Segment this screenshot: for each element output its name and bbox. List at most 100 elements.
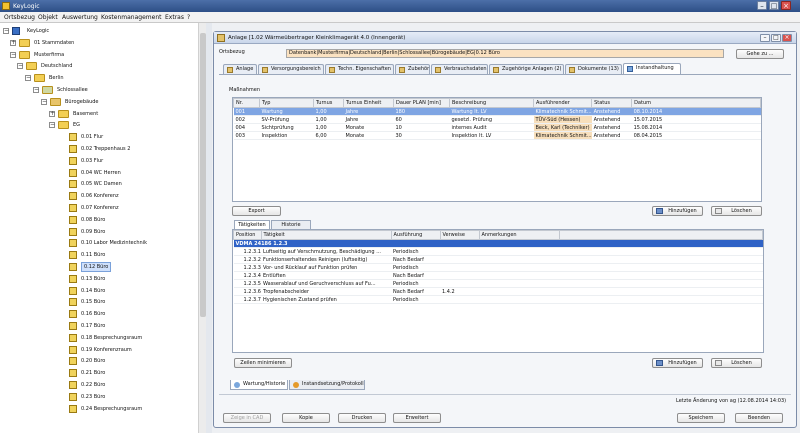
collapse-icon[interactable]: − <box>3 28 9 34</box>
taetigkeit-row[interactable]: 1.2.3.3 Vor- und Rücklauf auf Funktion pr… <box>233 263 763 272</box>
table-cell[interactable] <box>440 279 479 288</box>
table-cell[interactable]: Beck, Karl (Techniker) <box>533 123 592 132</box>
table-cell[interactable]: Tropfenabscheider <box>261 287 391 296</box>
table-cell[interactable]: Anstehend <box>591 123 632 132</box>
table-cell[interactable]: 1,00 <box>313 123 344 132</box>
menu-extras[interactable]: Extras <box>165 14 184 21</box>
massnahme-row[interactable]: 002 SV-Prüfung 1,00 Jahre 60 gesetzl. Prüfung… <box>233 115 761 124</box>
col-ausfuehrung[interactable]: Ausführung <box>390 230 441 240</box>
col-nr[interactable]: Nr. <box>233 98 260 108</box>
table-cell[interactable]: 1,00 <box>313 107 344 116</box>
table-cell[interactable] <box>440 263 479 272</box>
table-cell[interactable]: Luftseitig auf Verschmutzung, Beschädigu… <box>261 247 391 256</box>
table-cell[interactable] <box>479 263 559 272</box>
close-button[interactable]: Beenden <box>735 413 783 423</box>
table-cell[interactable] <box>440 271 479 280</box>
tab-versorgungsbereich[interactable]: Versorgungsbereich <box>258 64 324 74</box>
minimize-rows-button[interactable]: Zeilen minimieren <box>234 358 292 368</box>
table-cell[interactable]: 1.2.3.3 <box>233 263 261 272</box>
table-cell[interactable]: 08.04.2015 <box>631 131 761 140</box>
table-cell[interactable]: Hygienischen Zustand prüfen <box>261 295 391 304</box>
collapse-icon[interactable]: − <box>41 98 47 105</box>
massnahme-row[interactable]: 003 Inspektion 6,00 Monate 30 Inspektion lt. … <box>233 131 761 140</box>
col-beschreibung[interactable]: Beschreibung <box>449 98 534 108</box>
delete-massnahme-button[interactable]: Löschen <box>711 206 762 216</box>
menu-help[interactable]: ? <box>187 14 190 21</box>
table-cell[interactable] <box>479 247 559 256</box>
tab-historie[interactable]: Historie <box>271 220 311 229</box>
tab-verbrauchsdaten[interactable]: Verbrauchsdaten <box>431 64 488 74</box>
save-button[interactable]: Speichern <box>677 413 725 423</box>
table-cell[interactable]: Wartung lt. LV <box>449 107 534 116</box>
table-cell[interactable] <box>479 287 559 296</box>
show-in-cad-button[interactable]: Zeige in CAD <box>223 413 271 423</box>
table-cell[interactable]: Wasserablauf und Geruchverschluss auf Fu… <box>261 279 391 288</box>
col-position[interactable]: Position <box>233 230 262 240</box>
menu-kostenmanagement[interactable]: Kostenmanagement <box>101 14 161 21</box>
tree-scrollbar[interactable] <box>198 23 206 433</box>
export-button[interactable]: Export <box>232 206 281 216</box>
table-cell[interactable] <box>479 295 559 304</box>
add-taetigkeit-button[interactable]: Hinzufügen <box>652 358 703 368</box>
table-cell[interactable]: Sichtprüfung <box>259 123 314 132</box>
table-cell[interactable]: 08.10.2014 <box>631 107 761 116</box>
col-verweise[interactable]: Verweise <box>439 230 480 240</box>
table-cell[interactable] <box>440 255 479 264</box>
window-minimize-icon[interactable]: – <box>760 34 770 42</box>
table-cell[interactable]: Anstehend <box>591 115 632 124</box>
taetigkeit-row[interactable]: 1.2.3.7 Hygienischen Zustand prüfen Period… <box>233 295 763 304</box>
table-cell[interactable]: 180 <box>393 107 450 116</box>
table-cell[interactable]: 15.08.2014 <box>631 123 761 132</box>
table-cell[interactable]: Periodisch <box>391 279 440 288</box>
tab-instandhaltung[interactable]: Instandhaltung <box>623 63 681 74</box>
print-button[interactable]: Drucken <box>338 413 386 423</box>
table-cell[interactable]: Monate <box>343 131 394 140</box>
table-cell[interactable] <box>479 255 559 264</box>
table-cell[interactable]: Anstehend <box>591 107 632 116</box>
table-cell[interactable]: Nach Bedarf <box>391 271 440 280</box>
tab-wartung-historie[interactable]: Wartung/Historie <box>230 380 288 390</box>
table-cell[interactable]: 60 <box>393 115 450 124</box>
massnahme-row[interactable]: 001 Wartung 1,00 Jahre 180 Wartung lt. LV Klim… <box>233 107 761 116</box>
add-massnahme-button[interactable]: Hinzufügen <box>652 206 703 216</box>
tab-instandsetzung-protokoll[interactable]: Instandsetzung/Protokoll <box>289 380 365 390</box>
table-cell[interactable]: Entlüften <box>261 271 391 280</box>
table-cell[interactable]: Anstehend <box>591 131 632 140</box>
table-cell[interactable]: 003 <box>233 131 260 140</box>
table-cell[interactable]: gesetzl. Prüfung <box>449 115 534 124</box>
group-row[interactable]: VDMA 24186 1.2.3 <box>233 239 763 248</box>
copy-button[interactable]: Kopie <box>282 413 330 423</box>
table-cell[interactable]: Wartung <box>259 107 314 116</box>
taetigkeit-row[interactable]: 1.2.3.2 Funktionserhaltendes Reinigen (lu… <box>233 255 763 264</box>
table-cell[interactable]: 001 <box>233 107 260 116</box>
col-anmerkungen[interactable]: Anmerkungen <box>478 230 560 240</box>
ortsbezug-field[interactable]: Datenbank|Musterfirma|Deutschland|Berlin… <box>286 49 724 58</box>
table-cell[interactable]: Monate <box>343 123 394 132</box>
menu-auswertung[interactable]: Auswertung <box>62 14 98 21</box>
collapse-icon[interactable]: − <box>17 63 23 70</box>
col-datum[interactable]: Datum <box>631 98 761 108</box>
col-ausfuehrender[interactable]: Ausführender <box>532 98 593 108</box>
table-cell[interactable]: Inspektion <box>259 131 314 140</box>
col-turnus-einheit[interactable]: Turnus Einheit <box>343 98 394 108</box>
table-cell[interactable] <box>479 271 559 280</box>
table-cell[interactable]: 30 <box>393 131 450 140</box>
table-cell[interactable] <box>440 295 479 304</box>
tab-anlage[interactable]: Anlage <box>223 64 257 74</box>
advanced-button[interactable]: Erweitert <box>393 413 441 423</box>
table-cell[interactable]: Nach Bedarf <box>391 287 440 296</box>
close-icon[interactable]: × <box>781 1 791 10</box>
col-typ[interactable]: Typ <box>259 98 314 108</box>
maximize-icon[interactable]: □ <box>769 1 779 10</box>
table-cell[interactable]: Periodisch <box>391 263 440 272</box>
taetigkeit-row[interactable]: 1.2.3.5 Wasserablauf und Geruchverschluss… <box>233 279 763 288</box>
taetigkeit-row[interactable]: 1.2.3.1 Luftseitig auf Verschmutzung, Bes… <box>233 247 763 256</box>
tab-dokumente[interactable]: Dokumente (13) <box>565 64 622 74</box>
pane-splitter[interactable] <box>206 23 212 433</box>
tab-taetigkeiten[interactable]: Tätigkeiten <box>234 220 270 229</box>
table-cell[interactable]: Vor- und Rücklauf auf Funktion prüfen <box>261 263 391 272</box>
collapse-icon[interactable]: − <box>10 51 16 58</box>
taetigkeit-row[interactable]: 1.2.3.6 Tropfenabscheider Nach Bedarf 1.4.2 <box>233 287 763 296</box>
table-cell[interactable]: 002 <box>233 115 260 124</box>
col-dauer[interactable]: Dauer PLAN [min] <box>393 98 450 108</box>
